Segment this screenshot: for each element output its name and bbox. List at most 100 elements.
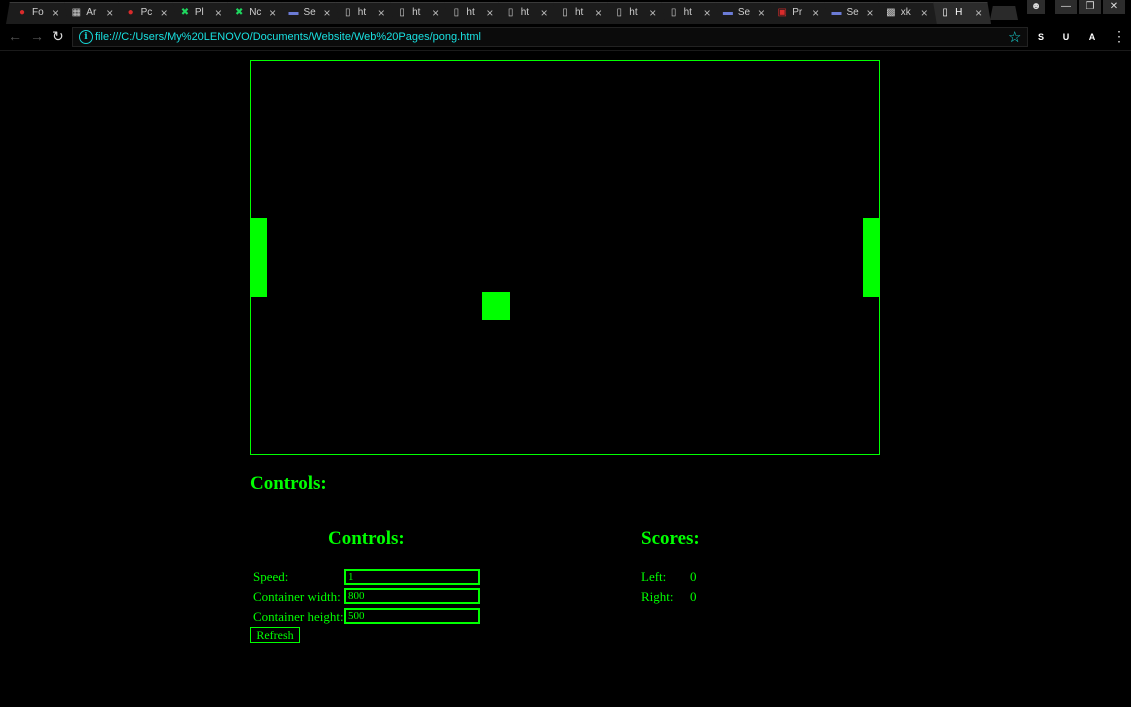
browser-tab[interactable]: ● Fo × [6, 2, 68, 24]
monitor-icon: ▬ [288, 7, 299, 18]
scores-heading: Scores: [641, 528, 700, 549]
browser-tab[interactable]: ▣ Pr × [766, 2, 829, 24]
tab-strip: ▯ H × ▩ xk × ▬ Se × ▣ Pr × ▬ Se × ▯ ht × ▯ ht × ▯ ht × ▯ ht × ▯ ht × ▯… [0, 0, 1131, 24]
browser-tab[interactable]: ▩ xk × [874, 2, 937, 24]
browser-tab[interactable]: ▬ Se × [277, 2, 340, 24]
page-icon: ▯ [562, 7, 568, 18]
tab-close-icon[interactable]: × [812, 6, 819, 20]
info-icon[interactable]: i [79, 30, 93, 44]
reload-icon[interactable]: ↻ [52, 28, 64, 45]
refresh-button[interactable]: Refresh [250, 627, 300, 643]
monitor-icon: ▬ [722, 7, 733, 18]
extension-ublock-icon[interactable]: U [1059, 30, 1073, 44]
tab-label: Se [303, 7, 316, 18]
red-cardinal-icon: ● [18, 7, 26, 18]
page-icon: ▯ [399, 7, 405, 18]
address-bar[interactable]: i file:///C:/Users/My%20LENOVO/Documents… [72, 27, 1028, 47]
forward-arrow-icon[interactable]: → [30, 28, 44, 44]
tab-close-icon[interactable]: × [432, 6, 439, 20]
extension-a-icon[interactable]: A [1085, 30, 1099, 44]
browser-tab[interactable]: ▯ ht × [440, 2, 503, 24]
right-paddle [863, 218, 879, 297]
extension-s-icon[interactable]: S [1034, 30, 1048, 44]
browser-tab[interactable]: ▬ Se × [820, 2, 883, 24]
tab-close-icon[interactable]: × [975, 6, 982, 20]
container-width-input[interactable] [344, 588, 480, 604]
page-icon: ▯ [616, 7, 623, 18]
browser-tab[interactable]: ▬ Se × [711, 2, 774, 24]
green-x-icon: ✖ [234, 7, 244, 18]
tab-label: ht [629, 7, 638, 18]
browser-tab[interactable]: ▦ Ar × [60, 2, 123, 24]
container-height-label: Container height: [253, 609, 344, 624]
tab-close-icon[interactable]: × [52, 6, 59, 20]
controls-heading: Controls: [328, 528, 405, 549]
page-icon: ▯ [345, 7, 351, 18]
tab-label: ht [575, 7, 584, 18]
browser-tab[interactable]: ▯ ht × [386, 2, 449, 24]
tab-close-icon[interactable]: × [649, 6, 656, 20]
browser-tab[interactable]: ● Pc × [114, 2, 177, 24]
tab-close-icon[interactable]: × [161, 6, 168, 20]
ball [482, 292, 510, 320]
tab-label: ht [466, 7, 475, 18]
tab-label: xk [900, 7, 911, 18]
pattern-icon: ▩ [886, 7, 896, 18]
restore-icon[interactable]: ❐ [1079, 0, 1101, 14]
browser-tab[interactable]: ▯ ht × [549, 2, 611, 24]
browser-tab[interactable]: ▯ ht × [494, 2, 557, 24]
browser-tab[interactable]: ▯ ht × [657, 2, 720, 24]
browser-tab[interactable]: ✖ Pl × [168, 2, 231, 24]
tab-close-icon[interactable]: × [215, 6, 222, 20]
browser-toolbar: ← → ↻ i file:///C:/Users/My%20LENOVO/Doc… [0, 24, 1131, 51]
speed-input[interactable] [344, 569, 480, 585]
tab-label: ht [412, 7, 421, 18]
browser-tab[interactable]: ▯ ht × [331, 2, 394, 24]
tab-label: ht [357, 7, 367, 18]
window-controls: ☻ — ❐ ✕ [1027, 0, 1125, 14]
tab-close-icon[interactable]: × [921, 6, 928, 20]
left-paddle [251, 218, 267, 297]
tab-label: Pl [194, 7, 204, 18]
container-height-input[interactable] [344, 608, 480, 624]
page-icon: ▯ [942, 7, 948, 18]
tab-close-icon[interactable]: × [595, 6, 602, 20]
tab-close-icon[interactable]: × [541, 6, 548, 20]
tab-close-icon[interactable]: × [758, 6, 765, 20]
menu-dots-icon[interactable]: ⋮ [1112, 29, 1126, 43]
page-icon: ▯ [670, 7, 677, 18]
page-icon: ▯ [453, 7, 460, 18]
browser-tab[interactable]: ✖ Nc × [223, 2, 286, 24]
profile-icon[interactable]: ☻ [1027, 0, 1045, 14]
tab-close-icon[interactable]: × [378, 6, 385, 20]
new-tab-button[interactable] [990, 6, 1018, 20]
game-board [250, 60, 880, 455]
monitor-icon: ▬ [831, 7, 842, 18]
tab-close-icon[interactable]: × [486, 6, 493, 20]
tab-label: H [955, 7, 963, 18]
page-icon: ▯ [507, 7, 514, 18]
right-score-label: Right: [641, 589, 674, 604]
speed-label: Speed: [253, 569, 289, 584]
grid-icon: ▦ [71, 7, 82, 18]
bookmark-star-icon[interactable]: ☆ [1008, 28, 1021, 46]
tab-close-icon[interactable]: × [323, 6, 330, 20]
browser-tab[interactable]: ▯ ht × [603, 2, 666, 24]
tab-label: Se [737, 7, 751, 18]
left-score-value: 0 [690, 569, 697, 584]
tab-label: Fo [32, 7, 44, 18]
tab-label: Se [846, 7, 859, 18]
close-window-icon[interactable]: ✕ [1103, 0, 1125, 14]
url-text[interactable]: file:///C:/Users/My%20LENOVO/Documents/W… [95, 31, 481, 43]
tab-close-icon[interactable]: × [106, 6, 113, 20]
container-width-label: Container width: [253, 589, 341, 604]
back-arrow-icon[interactable]: ← [8, 28, 22, 44]
tab-close-icon[interactable]: × [866, 6, 873, 20]
red-cardinal-icon: ● [127, 7, 134, 18]
browser-tab[interactable]: ▯ H × [929, 2, 992, 24]
tab-label: ht [683, 7, 692, 18]
tab-label: Pc [140, 7, 153, 18]
minimize-icon[interactable]: — [1055, 0, 1077, 14]
tab-close-icon[interactable]: × [704, 6, 711, 20]
tab-close-icon[interactable]: × [269, 6, 276, 20]
